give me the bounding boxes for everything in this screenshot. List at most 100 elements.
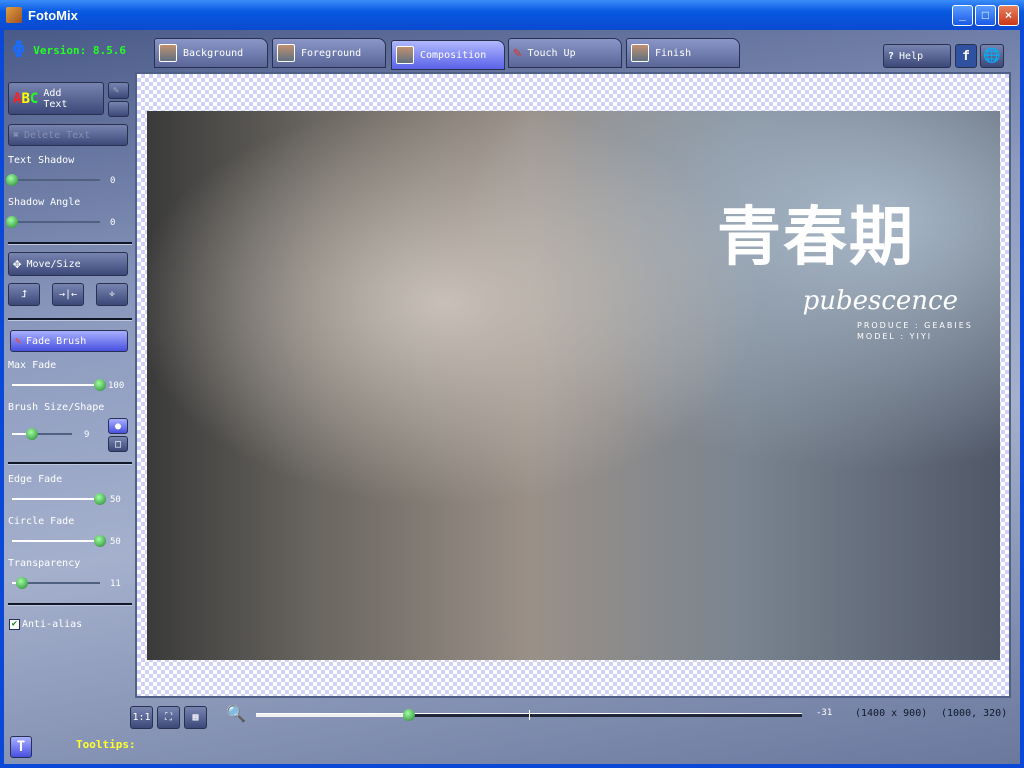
tab-finish[interactable]: Finish [626,38,740,68]
mirror-horizontal-button[interactable]: →|← [52,283,84,306]
brush-size-slider[interactable] [12,428,72,440]
fotomix-logo-icon: Φ [12,38,26,63]
image-title-text: 青春期 [717,200,915,275]
brush-icon: ✎ [513,45,522,61]
circle-icon: ● [114,420,122,432]
tab-label: Finish [655,47,692,59]
checkmark-icon: ✔ [9,619,20,630]
client-area: Φ Version: 8.5.6 Background Foreground Co… [4,30,1020,764]
text-shadow-value: 0 [110,176,116,186]
tooltips-toggle-button[interactable]: T [10,736,32,758]
tab-label: Foreground [301,47,362,59]
cursor-position: (1000, 320) [941,708,1008,719]
anti-alias-label: Anti-alias [22,619,83,630]
circle-fade-label: Circle Fade [8,516,75,527]
minimize-button[interactable]: _ [952,5,973,26]
transparency-slider[interactable] [12,577,100,589]
move-size-button[interactable]: ✥ Move/Size [8,252,128,276]
move-size-label: Move/Size [26,258,81,270]
max-fade-label: Max Fade [8,360,57,371]
facebook-icon: f [962,48,970,64]
tooltips-label: Tooltips: [76,738,136,751]
flip-button[interactable]: ⮥ [8,283,40,306]
abc-icon: ABC [13,90,39,107]
grid-button[interactable]: ▦ [184,706,207,729]
divider [8,603,132,606]
grid-icon: ▦ [192,712,199,723]
brush-size-label: Brush Size/Shape [8,402,105,413]
image-model-text: MODEL : YIYI [857,332,933,341]
tab-touch-up[interactable]: ✎ Touch Up [508,38,622,68]
delete-text-label: Delete Text [24,129,91,141]
finish-icon [631,44,649,62]
composite-image[interactable]: 青春期 pubescence PRODUCE : GEABIES MODEL :… [147,111,1000,660]
title-bar: FotoMix _ □ × [0,0,1024,30]
tab-label: Touch Up [527,47,576,59]
add-text-label: Add Text [43,87,68,110]
website-button[interactable]: 🌐 [980,44,1004,68]
zoom-slider[interactable] [256,709,802,721]
background-icon [159,44,177,62]
move-icon: ✥ [13,256,22,272]
max-fade-slider[interactable] [12,379,106,391]
help-icon: ? [888,50,895,62]
close-button[interactable]: × [998,5,1019,26]
circle-fade-slider[interactable] [12,535,106,547]
globe-icon: 🌐 [983,48,1001,64]
tab-background[interactable]: Background [154,38,268,68]
help-label: Help [899,50,924,62]
edge-fade-value: 50 [110,495,121,505]
text-box-button[interactable] [108,101,129,117]
shadow-angle-value: 0 [110,218,116,228]
mirror-vertical-icon: ÷ [108,289,116,300]
fade-brush-label: Fade Brush [26,335,87,347]
foreground-icon [277,44,295,62]
version-info: Φ Version: 8.5.6 [12,38,126,63]
actual-size-button[interactable]: 1:1 [130,706,153,729]
shadow-angle-slider[interactable] [6,216,100,228]
help-button[interactable]: ? Help [883,44,951,68]
brush-icon: ✎ [15,335,22,347]
t-icon: T [16,739,26,755]
add-text-button[interactable]: ABC Add Text [8,82,104,115]
delete-icon: ✖ [13,129,20,141]
brush-shape-square-button[interactable]: □ [108,436,128,452]
maximize-button[interactable]: □ [975,5,996,26]
actual-size-label: 1:1 [132,712,151,723]
edit-text-button[interactable]: ✎ [108,82,129,99]
anti-alias-checkbox[interactable]: ✔ Anti-alias [9,619,82,630]
fit-icon: ⛶ [165,712,172,723]
text-shadow-slider[interactable] [6,174,100,186]
app-icon [6,7,22,23]
facebook-button[interactable]: f [955,44,977,68]
version-label: Version: 8.5.6 [33,44,126,57]
tab-label: Background [183,47,244,59]
mirror-horizontal-icon: →|← [58,289,78,300]
brush-shape-round-button[interactable]: ● [108,418,128,434]
window-title: FotoMix [28,7,78,23]
zoom-value: -31 [816,708,833,718]
shadow-angle-label: Shadow Angle [8,197,81,208]
divider [8,318,132,321]
pencil-icon: ✎ [113,85,120,96]
delete-text-button[interactable]: ✖ Delete Text [8,124,128,146]
edge-fade-label: Edge Fade [8,474,63,485]
composition-canvas[interactable]: 青春期 pubescence PRODUCE : GEABIES MODEL :… [135,72,1011,698]
fit-to-window-button[interactable]: ⛶ [157,706,180,729]
composition-icon [396,46,414,64]
tab-label: Composition [420,49,487,61]
divider [8,462,132,465]
image-produce-text: PRODUCE : GEABIES [857,321,973,330]
fade-brush-button[interactable]: ✎ Fade Brush [10,330,128,352]
image-size: (1400 x 900) [855,708,928,719]
image-subtitle-text: pubescence [802,286,958,316]
mirror-vertical-button[interactable]: ÷ [96,283,128,306]
flip-icon: ⮥ [21,289,27,300]
edge-fade-slider[interactable] [12,493,106,505]
tab-composition[interactable]: Composition [391,40,505,70]
zoom-icon: 🔍 [226,704,246,723]
tab-foreground[interactable]: Foreground [272,38,386,68]
text-shadow-label: Text Shadow [8,155,75,166]
circle-fade-value: 50 [110,537,121,547]
square-icon: □ [114,438,122,450]
